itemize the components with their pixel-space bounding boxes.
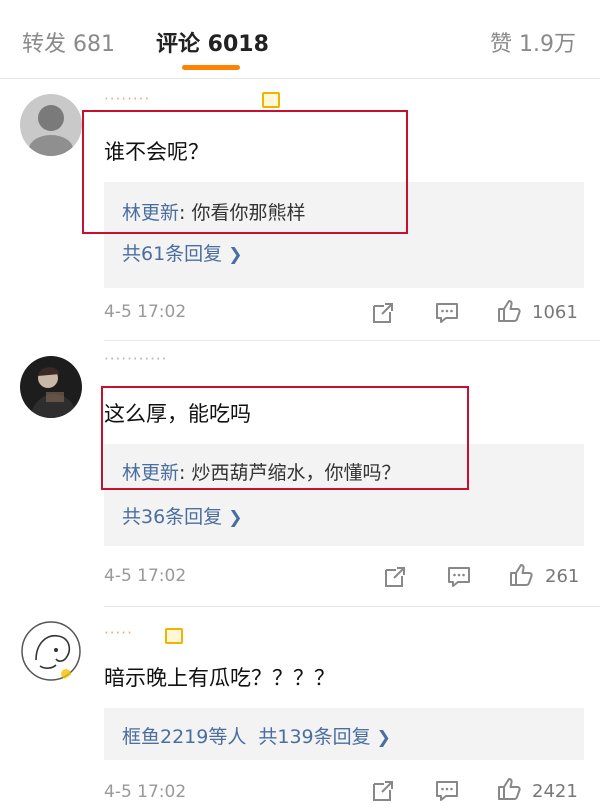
repost-icon[interactable]: [382, 564, 408, 590]
chevron-right-icon: ❯: [376, 728, 391, 748]
vip-badge-icon: [165, 628, 183, 644]
comment-text: 暗示晚上有瓜吃？？？？: [104, 666, 335, 690]
vip-badge-icon: [262, 92, 280, 108]
avatar[interactable]: [20, 620, 82, 682]
like-icon[interactable]: [508, 562, 534, 588]
tab-repost[interactable]: 转发 681: [22, 26, 115, 58]
more-replies-label: 共139条回复: [258, 726, 371, 748]
repost-icon[interactable]: [370, 778, 396, 804]
divider: [104, 340, 600, 341]
more-replies-link[interactable]: 共61条回复 ❯: [122, 239, 242, 266]
tab-likes[interactable]: 赞 1.9万: [490, 26, 576, 58]
like-count: 261: [545, 566, 580, 587]
comment-icon[interactable]: [434, 778, 460, 804]
reply-panel[interactable]: 框鱼2219等人 共139条回复 ❯: [104, 708, 584, 760]
like-icon[interactable]: [496, 776, 522, 802]
comment-time: 4-5 17:02: [104, 782, 187, 802]
highlight-box: [82, 110, 408, 234]
like-icon[interactable]: [496, 298, 522, 324]
comment-icon[interactable]: [446, 564, 472, 590]
more-replies-label: 共61条回复: [122, 243, 223, 265]
active-tab-indicator: [182, 65, 240, 70]
like-count: 1061: [532, 302, 578, 323]
repost-icon[interactable]: [370, 300, 396, 326]
username-blurred[interactable]: ···········: [104, 350, 167, 368]
more-replies-link[interactable]: 框鱼2219等人 共139条回复 ❯: [122, 722, 391, 749]
username-blurred[interactable]: ········: [104, 90, 150, 108]
tab-comments[interactable]: 评论 6018: [156, 26, 269, 58]
chevron-right-icon: ❯: [228, 508, 243, 528]
divider: [104, 606, 600, 607]
reply-users[interactable]: 框鱼2219等人: [122, 726, 246, 748]
username-blurred[interactable]: ·····: [104, 624, 133, 642]
avatar[interactable]: [20, 94, 82, 156]
like-count: 2421: [532, 781, 578, 802]
comment-time: 4-5 17:02: [104, 566, 187, 586]
more-replies-label: 共36条回复: [122, 506, 223, 528]
comment-tabs: 转发 681 评论 6018 赞 1.9万: [0, 0, 600, 79]
avatar[interactable]: [20, 356, 82, 418]
comment-icon[interactable]: [434, 300, 460, 326]
more-replies-link[interactable]: 共36条回复 ❯: [122, 502, 242, 529]
comment-time: 4-5 17:02: [104, 302, 187, 322]
highlight-box: [101, 386, 469, 490]
chevron-right-icon: ❯: [228, 245, 243, 265]
